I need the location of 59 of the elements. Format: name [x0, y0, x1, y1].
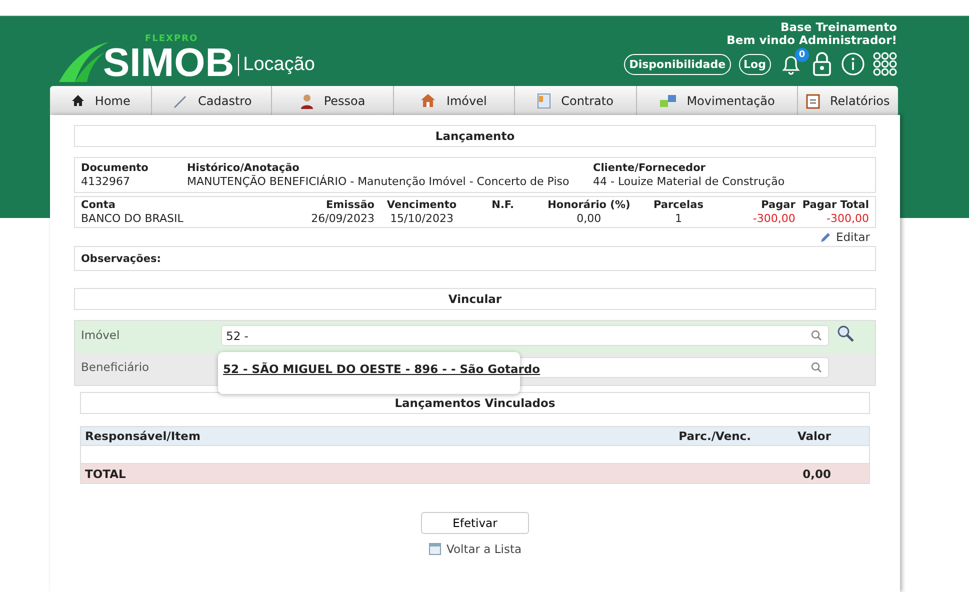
- field-label: Cliente/Fornecedor: [593, 162, 706, 175]
- pencil-icon: [820, 231, 832, 243]
- column-header: Valor: [796, 429, 831, 443]
- notification-count: 0: [795, 48, 809, 62]
- field-label: Emissão: [326, 199, 375, 212]
- field-label: Beneficiário: [81, 359, 150, 374]
- field-label: Honorário (%): [548, 199, 630, 212]
- field-value: -300,00: [752, 212, 796, 225]
- column-header: Responsável/Item: [85, 429, 202, 443]
- module-name: Locação: [238, 54, 315, 76]
- field-label: Vencimento: [386, 199, 457, 212]
- field-value: 1: [674, 212, 682, 225]
- lock-icon: [811, 51, 833, 77]
- info-icon: [841, 52, 865, 76]
- welcome-text: Bem vindo Administrador!: [726, 34, 897, 47]
- field-label: Pagar Total: [802, 199, 869, 212]
- column-header: Parc./Venc.: [678, 429, 751, 443]
- field-value: MANUTENÇÃO BENEFICIÁRIO - Manutenção Imóvel - Concerto de Piso: [187, 175, 570, 188]
- field-value: 26/09/2023: [311, 212, 375, 225]
- field-label: Parcelas: [653, 199, 704, 212]
- header-button[interactable]: Disponibilidade: [624, 54, 731, 74]
- brand-tagline: FLEXPRO: [145, 34, 198, 44]
- back-link[interactable]: Voltar a Lista: [428, 542, 522, 556]
- field-label: Documento: [81, 162, 150, 175]
- person-icon: [300, 92, 314, 108]
- exchange-icon: [658, 94, 677, 108]
- suggestion-item[interactable]: 52 - SÃO MIGUEL DO OESTE - 896 - - São Gotardo: [223, 362, 540, 376]
- field-label: Imóvel: [81, 327, 121, 342]
- menu-item[interactable]: Relatórios: [798, 86, 898, 115]
- field-value: 0,00: [576, 212, 602, 225]
- field-label: Histórico/Anotação: [187, 162, 300, 174]
- search-field[interactable]: 52 -: [221, 325, 829, 346]
- house-icon: [70, 94, 85, 107]
- company-name: Base Treinamento: [780, 21, 897, 34]
- document-icon: [537, 92, 552, 108]
- submit-button[interactable]: Efetivar: [421, 512, 529, 534]
- clipboard-icon: [806, 92, 820, 108]
- magnifier-icon: [837, 325, 854, 342]
- brand-name: SIMOB: [103, 44, 234, 82]
- search-icon: [811, 362, 822, 373]
- field-label: N.F.: [492, 199, 514, 212]
- list-icon: [428, 543, 440, 555]
- field-value: -300,00: [826, 212, 869, 225]
- field-value: 44 - Louize Material de Construção: [593, 175, 785, 188]
- apps-grid-icon: [873, 52, 897, 76]
- edit-link[interactable]: Editar: [820, 230, 870, 244]
- search-icon: [811, 330, 822, 341]
- total-value: 0,00: [802, 466, 831, 480]
- total-label: TOTAL: [85, 466, 127, 480]
- section-title: Lançamento: [74, 125, 876, 147]
- section-title: Vincular: [74, 288, 876, 310]
- field-value: 4132967: [81, 175, 131, 188]
- field-label: Pagar: [761, 199, 796, 212]
- field-value: 15/10/2023: [390, 212, 454, 225]
- field-label: Conta: [81, 199, 116, 212]
- house-icon: [420, 93, 436, 108]
- header-button[interactable]: Log: [738, 54, 771, 74]
- field-value: BANCO DO BRASIL: [81, 212, 184, 225]
- notes-label: Observações:: [81, 252, 161, 264]
